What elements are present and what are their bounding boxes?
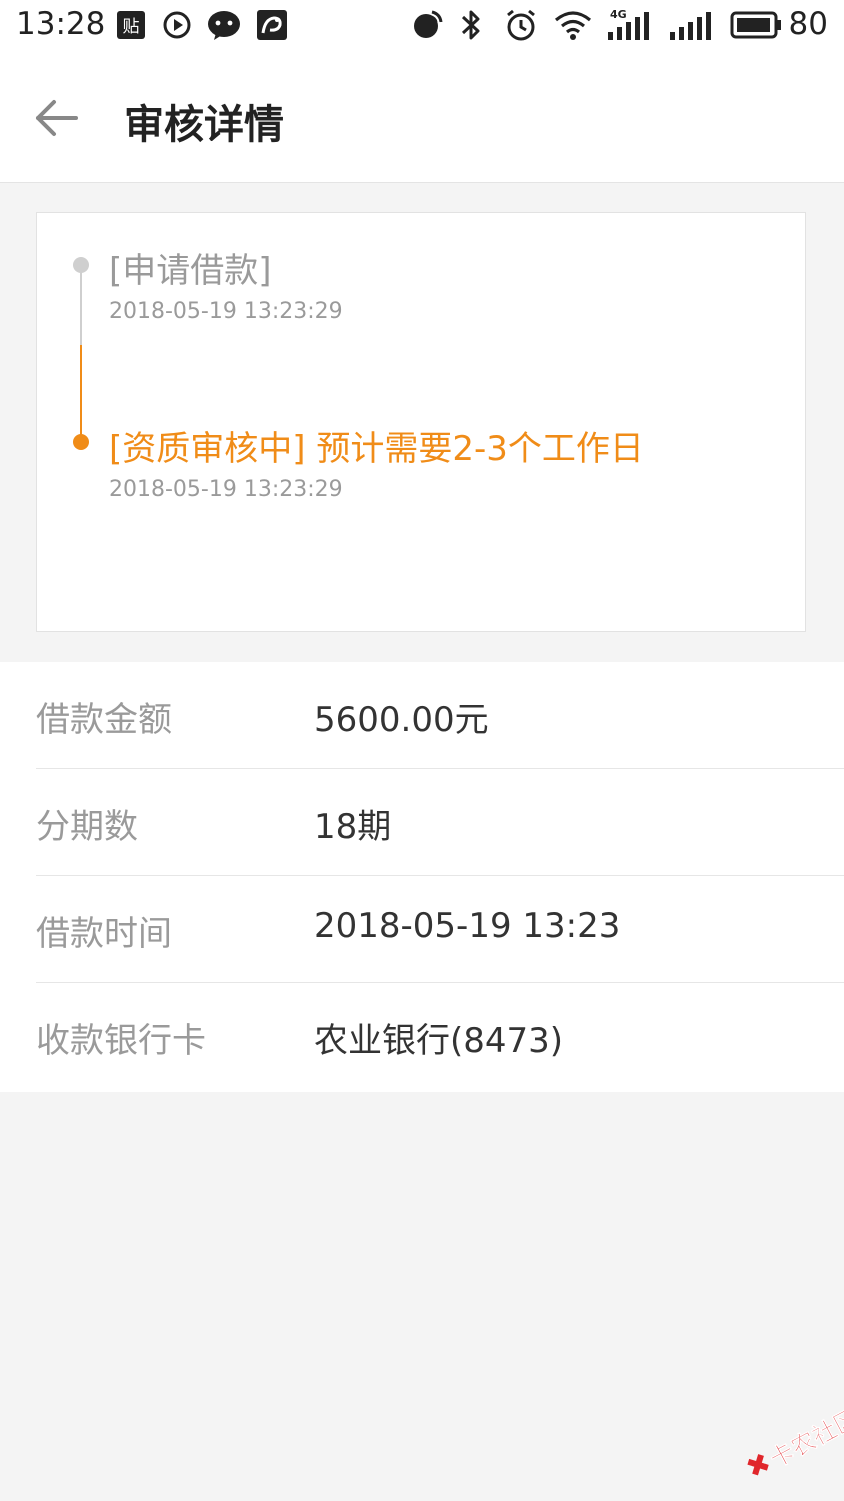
watermark-text: 卡农社区	[764, 1403, 844, 1474]
status-time: 13:28	[16, 6, 106, 42]
review-timeline-card: [申请借款] 2018-05-19 13:23:29 [资质审核中] 预计需要2…	[36, 212, 806, 632]
timeline-step-time: 2018-05-19 13:23:29	[109, 299, 343, 324]
loan-amount-value: 5600.00元	[314, 700, 489, 740]
timeline-dot-active	[73, 434, 89, 450]
timeline-step-title: [资质审核中] 预计需要2-3个工作日	[109, 429, 644, 469]
page-title: 审核详情	[124, 102, 284, 148]
play-icon	[162, 8, 192, 42]
uc-browser-icon	[256, 8, 288, 42]
community-watermark: ✖ 卡农社区	[731, 1393, 844, 1501]
bluetooth-icon	[458, 8, 484, 42]
wechat-icon	[206, 8, 242, 42]
installments-value: 18期	[314, 807, 392, 847]
loan-time-label: 借款时间	[36, 914, 172, 954]
installments-label: 分期数	[36, 807, 138, 847]
nfc-icon	[410, 8, 444, 42]
loan-time-value: 2018-05-19 13:23	[314, 906, 621, 946]
status-bar: 13:28 贴 4G 80	[0, 0, 844, 52]
timeline-step-title: [申请借款]	[109, 251, 272, 291]
loan-details-list: 借款金额 5600.00元 分期数 18期 借款时间 2018-05-19 13…	[0, 662, 844, 1092]
wifi-icon	[554, 8, 592, 42]
bank-card-row: 收款银行卡 农业银行(8473)	[36, 983, 844, 1090]
back-button[interactable]	[28, 90, 84, 146]
battery-level: 80	[788, 6, 828, 42]
timeline-step-time: 2018-05-19 13:23:29	[109, 477, 343, 502]
loan-amount-label: 借款金额	[36, 700, 172, 740]
network-label: 4G	[610, 8, 627, 21]
bank-card-value: 农业银行(8473)	[314, 1021, 564, 1061]
cellular-4g-icon: 4G	[606, 8, 654, 42]
timeline-dot-done	[73, 257, 89, 273]
timeline-connector-active	[80, 345, 82, 441]
loan-amount-row: 借款金额 5600.00元	[36, 662, 844, 769]
app-bar: 审核详情	[0, 52, 844, 183]
battery-icon	[730, 8, 782, 42]
timeline-connector-done	[80, 265, 82, 357]
bank-card-label: 收款银行卡	[36, 1021, 206, 1061]
tieba-icon: 贴	[116, 8, 146, 42]
arrow-left-icon	[36, 100, 78, 136]
installments-row: 分期数 18期	[36, 769, 844, 876]
loan-time-row: 借款时间 2018-05-19 13:23	[36, 876, 844, 983]
cellular-signal-icon	[668, 8, 716, 42]
alarm-icon	[504, 8, 538, 42]
svg-text:贴: 贴	[123, 17, 140, 37]
